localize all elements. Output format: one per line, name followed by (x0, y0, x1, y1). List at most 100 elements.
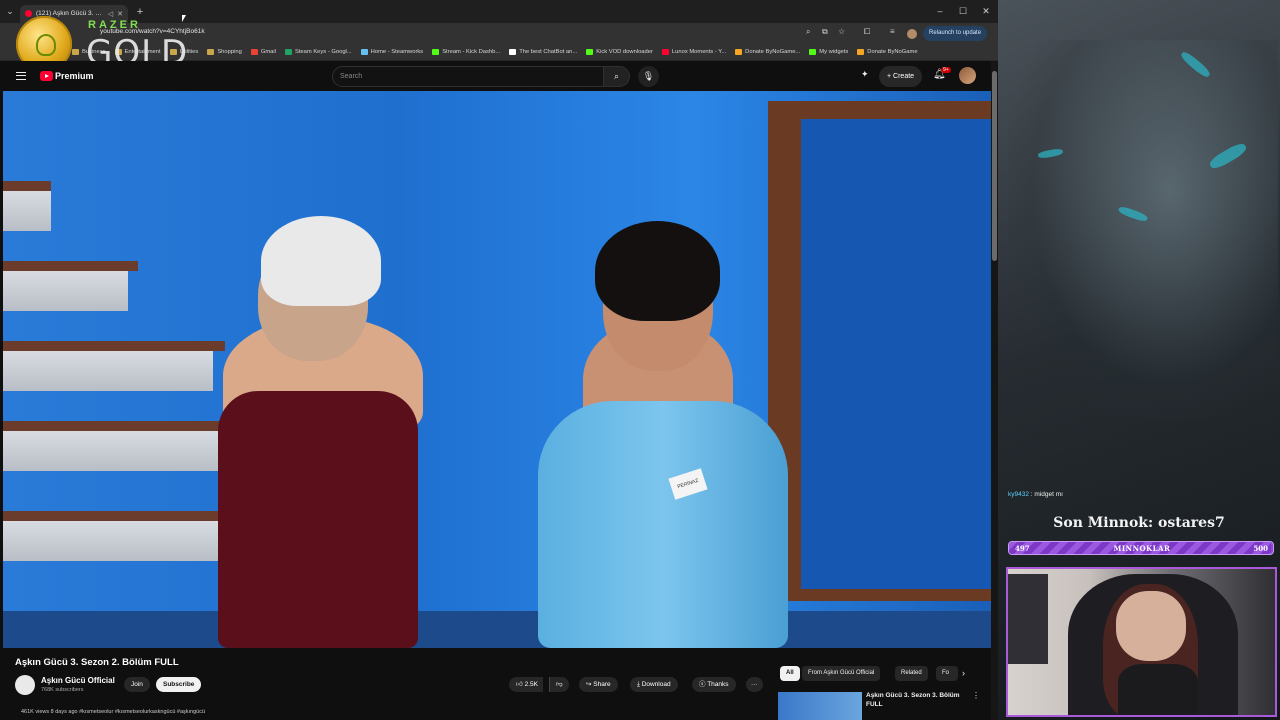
recommended-thumbnail[interactable] (778, 692, 862, 720)
chip-more[interactable]: Fo (936, 666, 958, 681)
join-button[interactable]: Join (124, 677, 150, 692)
voice-search-button[interactable]: 🎙︎ (638, 66, 659, 87)
tab-bar: ⌄ (121) Aşkın Gücü 3. Sezon ◁ ✕ + – ☐ ✕ (0, 0, 998, 23)
share-button[interactable]: ↪ Share (579, 677, 618, 692)
new-tab-button[interactable]: + (131, 6, 149, 18)
dragon-artwork (1008, 40, 1278, 420)
thanks-button[interactable]: ⓢ Thanks (692, 677, 736, 692)
relaunch-button[interactable]: Relaunch to update (923, 26, 988, 41)
sheets-icon (284, 49, 292, 55)
gmail-icon (250, 49, 258, 55)
bookmark-item[interactable]: Shopping (207, 49, 242, 55)
chat-username: ky9432 (1008, 491, 1029, 498)
more-vertical-icon[interactable]: ⋮ (972, 691, 980, 700)
speaker-icon[interactable]: ◁ (108, 10, 113, 18)
bookmark-label: Lunox Moments - Y... (671, 49, 727, 55)
user-avatar[interactable] (959, 67, 976, 84)
chevron-right-icon[interactable]: › (962, 668, 965, 678)
contestant-right-dress (538, 401, 788, 648)
dislike-button[interactable]: 👎︎ (549, 677, 569, 692)
profile-avatar[interactable] (907, 29, 917, 39)
like-button[interactable]: 👍︎ 2.5K (509, 677, 543, 692)
youtube-icon (661, 49, 669, 55)
zoom-icon[interactable]: ⌕ (806, 27, 810, 37)
tab-close-icon[interactable]: ✕ (117, 10, 123, 18)
extensions-icon[interactable]: ⧠ (864, 27, 870, 37)
kick-icon (586, 49, 594, 55)
chip-all[interactable]: All (780, 666, 800, 681)
channel-avatar[interactable] (15, 675, 35, 695)
bookmark-item[interactable]: My widgets (809, 49, 848, 55)
minimize-icon[interactable]: – (930, 4, 950, 19)
bookmark-item[interactable]: Steam Keys - Googl... (284, 49, 352, 55)
stair-step (3, 191, 51, 231)
streamer-face (1116, 591, 1186, 661)
microphone-icon: 🎙︎ (642, 71, 655, 81)
stair-step (3, 431, 243, 471)
subscribe-button[interactable]: Subscribe (156, 677, 202, 692)
bookmark-item[interactable]: Home - Steamworks (360, 49, 423, 55)
streamer-body (1118, 664, 1198, 715)
browser-window: ⌄ (121) Aşkın Gücü 3. Sezon ◁ ✕ + – ☐ ✕ … (0, 0, 998, 720)
bynogame-icon (735, 49, 743, 55)
bookmark-star-icon[interactable]: ☆ (838, 27, 845, 36)
search-button[interactable]: ⌕ (603, 66, 630, 87)
stair-step (3, 351, 213, 391)
download-button[interactable]: ⤓ Download (630, 677, 678, 692)
widget-icon (809, 49, 817, 55)
cast-icon[interactable]: ✦ (861, 69, 869, 80)
tab-search-icon[interactable]: ⌄ (0, 0, 20, 23)
download-label: Download (641, 681, 671, 688)
notifications-badge: 9+ (941, 67, 951, 73)
thanks-icon: ⓢ (699, 681, 708, 688)
contestant-left-hair (261, 216, 381, 306)
bookmark-label: Stream - Kick Dashb... (442, 49, 501, 55)
bookmark-label: Kick VOD downloader (596, 49, 653, 55)
close-window-icon[interactable]: ✕ (976, 4, 996, 19)
webcam-shelf (1008, 574, 1048, 664)
stair-step (3, 261, 138, 271)
mouse-cursor-icon (182, 15, 186, 22)
stair-step (3, 181, 51, 191)
bookmark-item[interactable]: Stream - Kick Dashb... (432, 49, 500, 55)
bookmark-item[interactable]: Kick VOD downloader (586, 49, 653, 55)
last-subscriber: Son Minnok: ostares7 (1053, 515, 1225, 531)
bookmark-label: Shopping (217, 49, 242, 55)
bookmark-item[interactable]: Gmail (250, 49, 276, 55)
contestant-left-dress (218, 391, 418, 648)
search-input[interactable]: Search (332, 66, 604, 87)
bookmark-item[interactable]: Donate ByNoGame (857, 49, 918, 55)
bookmark-item[interactable]: The best ChatBot an... (509, 49, 577, 55)
thumbs-up-icon: 👍︎ (516, 681, 525, 688)
menu-icon[interactable] (16, 72, 26, 80)
chat-text: midget mı (1034, 491, 1063, 498)
folder-icon (207, 49, 215, 55)
bookmark-item[interactable]: Lunox Moments - Y... (661, 49, 727, 55)
create-button[interactable]: + Create (879, 66, 923, 87)
youtube-logo-icon[interactable] (40, 71, 53, 81)
bookmark-label: My widgets (819, 49, 849, 55)
chat-message: ky9432 : midget mı (1008, 491, 1063, 498)
webcam-feed (1006, 567, 1277, 717)
more-horizontal-icon: ··· (751, 681, 758, 688)
more-actions-button[interactable]: ··· (746, 677, 763, 692)
media-control-icon[interactable]: ≡ (890, 27, 895, 36)
channel-name[interactable]: Aşkın Gücü Official (41, 676, 115, 685)
stage-floor (3, 611, 991, 648)
stair-step (3, 271, 128, 311)
install-app-icon[interactable]: ⧉ (822, 27, 828, 37)
youtube-favicon-icon (25, 10, 32, 17)
share-label: Share (593, 681, 611, 688)
steam-icon (360, 49, 368, 55)
recommended-title[interactable]: Aşkın Gücü 3. Sezon 3. Bölüm FULL (866, 691, 966, 709)
thanks-label: Thanks (707, 681, 729, 688)
maximize-icon[interactable]: ☐ (953, 4, 973, 19)
page-scrollbar[interactable] (991, 61, 998, 720)
chip-related[interactable]: Related (895, 666, 928, 681)
video-player[interactable]: PERİNAZ (3, 91, 991, 648)
youtube-brand[interactable]: Premium (55, 71, 94, 81)
chip-from-channel[interactable]: From Aşkın Gücü Official (802, 666, 881, 681)
scrollbar-thumb[interactable] (992, 71, 997, 261)
bookmark-item[interactable]: Donate ByNoGame... (735, 49, 800, 55)
bookmark-label: Donate ByNoGame (867, 49, 918, 55)
